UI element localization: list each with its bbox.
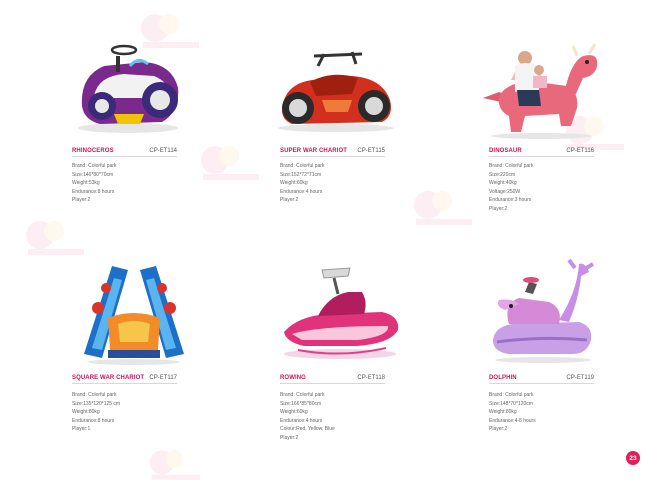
square-chariot-ride-icon bbox=[84, 266, 184, 365]
product-code: CP-ET117 bbox=[149, 375, 177, 381]
product-card-square-war-chariot: SQUARE WAR CHARIOT CP-ET117 Brand: Color… bbox=[72, 0, 222, 487]
spec-brand: Brand: Colorful park bbox=[280, 392, 325, 398]
spec-player: Player:1 bbox=[72, 426, 91, 432]
spec-player: Player:2 bbox=[280, 434, 299, 441]
product-header: DOLPHIN CP-ET119 bbox=[489, 375, 594, 384]
spec-weight: Weight:60kg bbox=[280, 409, 308, 415]
product-code: CP-ET119 bbox=[566, 375, 594, 381]
spec-size: Size:166*85*80cm bbox=[280, 400, 322, 407]
spec-endurance: Endurance:4 hours bbox=[280, 417, 323, 424]
spec-weight: Weight:80kg bbox=[489, 409, 517, 415]
product-card-dolphin: DOLPHIN CP-ET119 Brand: Colorful park Si… bbox=[489, 0, 639, 487]
spec-size: Size:148*70*120cm bbox=[489, 400, 533, 407]
page-number-badge: 23 bbox=[626, 451, 640, 465]
product-card-rowing: ROWING CP-ET118 Brand: Colorful park Siz… bbox=[280, 0, 430, 487]
product-name: SQUARE WAR CHARIOT bbox=[72, 375, 145, 381]
spec-colour: Colour:Red, Yellow, Blue bbox=[280, 426, 335, 432]
product-name: ROWING bbox=[280, 375, 306, 381]
spec-list: Brand: Colorful park Size:166*85*80cm We… bbox=[280, 391, 335, 442]
spec-size: Size:135*120*125 cm bbox=[72, 400, 121, 407]
spec-list: Brand: Colorful park Size:135*120*125 cm… bbox=[72, 391, 120, 434]
dolphin-ride-icon bbox=[493, 258, 595, 363]
product-code: CP-ET118 bbox=[357, 375, 385, 381]
jet-ski-ride-icon bbox=[284, 267, 399, 359]
spec-brand: Brand: Colorful park bbox=[72, 392, 117, 398]
product-name: DOLPHIN bbox=[489, 375, 517, 381]
spec-endurance: Endurance:8 hours bbox=[72, 417, 115, 424]
spec-brand: Brand: Colorful park bbox=[489, 392, 534, 398]
product-header: SQUARE WAR CHARIOT CP-ET117 bbox=[72, 375, 177, 384]
spec-endurance: Endurance:4-8 hours bbox=[489, 417, 536, 424]
spec-player: Player:2 bbox=[489, 426, 508, 432]
spec-list: Brand: Colorful park Size:148*70*120cm W… bbox=[489, 391, 536, 434]
product-header: ROWING CP-ET118 bbox=[280, 375, 385, 384]
spec-weight: Weight:80kg bbox=[72, 409, 100, 415]
